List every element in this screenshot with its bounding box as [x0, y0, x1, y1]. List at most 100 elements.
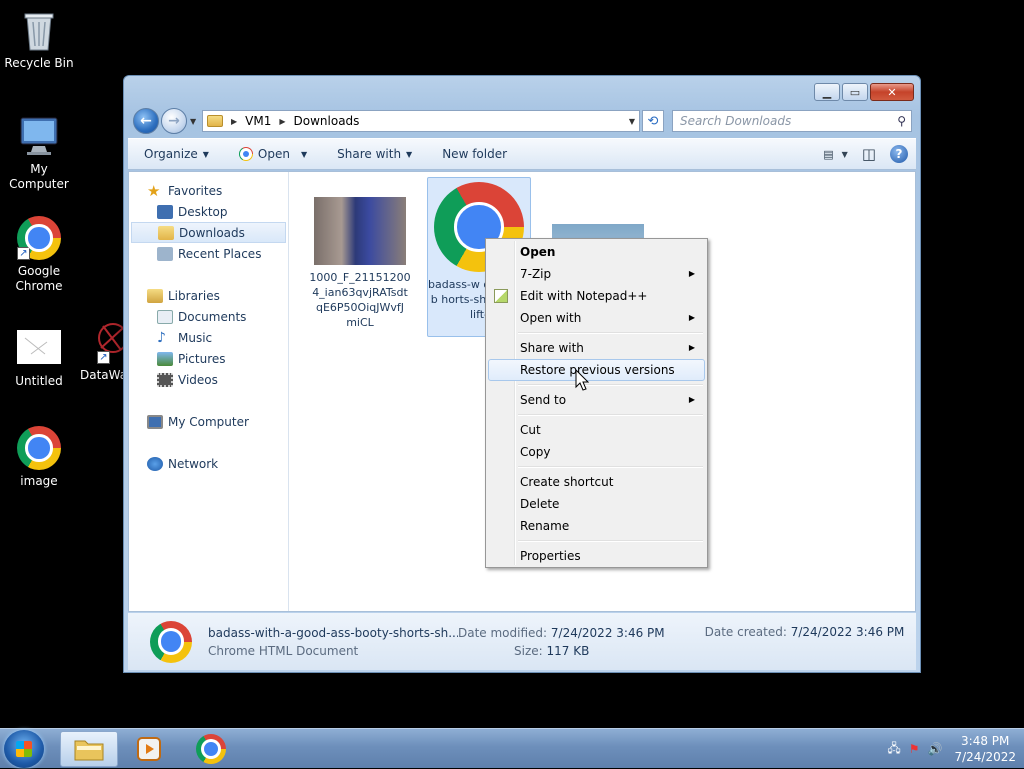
new-folder-button[interactable]: New folder [426, 139, 521, 169]
menu-item-edit-notepad[interactable]: Edit with Notepad++ [488, 285, 705, 307]
share-with-label: Share with [337, 147, 402, 161]
chevron-right-icon[interactable]: ▶ [279, 117, 285, 126]
nav-favorites[interactable]: ★ Favorites [129, 180, 288, 201]
address-row: ← → ▼ ▶ VM1 ▶ Downloads ▼ ⟲ Search Downl… [132, 108, 912, 134]
clock[interactable]: 3:48 PM 7/24/2022 [954, 733, 1016, 765]
network-tray-icon[interactable]: 🖧 [887, 739, 900, 760]
maximize-button[interactable]: ▭ [842, 83, 868, 101]
help-icon[interactable]: ? [890, 145, 908, 163]
menu-label: Delete [520, 497, 560, 511]
menu-item-send-to[interactable]: Send to ▶ [488, 389, 705, 411]
menu-item-create-shortcut[interactable]: Create shortcut [488, 471, 705, 493]
details-file-name: badass-with-a-good-ass-booty-shorts-sh..… [208, 625, 458, 640]
menu-item-copy[interactable]: Copy [488, 441, 705, 463]
music-icon: ♪ [157, 329, 166, 346]
refresh-button[interactable]: ⟲ [642, 110, 664, 132]
details-created: Date created: 7/24/2022 3:46 PM [705, 613, 905, 641]
image-thumbnail [314, 197, 406, 265]
desktop-icon-image[interactable]: image [0, 426, 78, 489]
share-with-button[interactable]: Share with ▼ [321, 139, 426, 169]
taskbar-media-player-button[interactable] [120, 731, 178, 767]
menu-separator [488, 411, 705, 419]
action-center-icon[interactable]: ⚑ [909, 742, 920, 756]
address-bar[interactable]: ▶ VM1 ▶ Downloads ▼ [202, 110, 640, 132]
search-placeholder: Search Downloads [680, 114, 792, 128]
change-view-icon[interactable]: ▤ ▼ [823, 148, 848, 161]
minimize-button[interactable]: ▁ [814, 83, 840, 101]
taskbar-explorer-button[interactable] [60, 731, 118, 767]
menu-label: Open with [520, 311, 582, 325]
menu-item-restore-previous-versions[interactable]: Restore previous versions [488, 359, 705, 381]
computer-icon [147, 414, 163, 429]
desktop-icon-untitled[interactable]: Untitled [0, 330, 78, 389]
organize-label: Organize [144, 147, 198, 161]
breadcrumb-downloads[interactable]: Downloads [294, 114, 360, 128]
preview-pane-icon[interactable]: ◫ [862, 145, 876, 163]
nav-label: Videos [178, 372, 218, 387]
menu-item-share-with[interactable]: Share with ▶ [488, 337, 705, 359]
nav-desktop[interactable]: Desktop [129, 201, 288, 222]
nav-documents[interactable]: Documents [129, 306, 288, 327]
menu-separator [488, 463, 705, 471]
nav-videos[interactable]: Videos [129, 369, 288, 390]
menu-label: Open [520, 245, 556, 259]
chevron-right-icon[interactable]: ▶ [231, 117, 237, 126]
organize-button[interactable]: Organize ▼ [128, 139, 223, 169]
nav-label: Desktop [178, 204, 228, 219]
breadcrumb-vm1[interactable]: VM1 [245, 114, 271, 128]
chevron-right-icon: ▶ [688, 395, 695, 404]
nav-my-computer[interactable]: My Computer [129, 411, 288, 432]
close-button[interactable]: ✕ [870, 83, 914, 101]
back-button[interactable]: ← [133, 108, 159, 134]
desktop-icon-recycle-bin[interactable]: Recycle Bin [0, 8, 78, 71]
chevron-down-icon[interactable]: ▼ [629, 117, 635, 126]
desktop-icon-my-computer[interactable]: My Computer [0, 114, 78, 192]
navigation-pane: ★ Favorites Desktop Downloads Recent Pla… [129, 172, 289, 611]
nav-label: Libraries [168, 288, 220, 303]
details-pane: badass-with-a-good-ass-booty-shorts-sh..… [128, 613, 916, 670]
menu-item-rename[interactable]: Rename [488, 515, 705, 537]
volume-icon[interactable]: 🔊 [928, 742, 943, 756]
menu-item-cut[interactable]: Cut [488, 419, 705, 441]
file-item[interactable]: 1000_F_21151200 4_ian63qvjRATsdt qE6P50O… [308, 182, 412, 330]
chrome-icon [17, 426, 61, 470]
desktop-icon-label: image [20, 474, 58, 488]
menu-item-open[interactable]: Open [488, 241, 705, 263]
computer-icon [17, 114, 61, 158]
star-icon: ★ [147, 181, 161, 200]
nav-recent-places[interactable]: Recent Places [129, 243, 288, 264]
notepad-icon [494, 289, 508, 303]
start-button[interactable] [4, 730, 44, 768]
datawa-icon: ↗ [83, 320, 128, 364]
taskbar-chrome-button[interactable] [182, 731, 240, 767]
desktop-icon-label: Untitled [15, 374, 63, 388]
desktop-icon-google-chrome[interactable]: ↗ Google Chrome [0, 216, 78, 294]
menu-label: Rename [520, 519, 570, 533]
recent-pages-dropdown[interactable]: ▼ [190, 117, 196, 126]
menu-separator [488, 537, 705, 545]
nav-downloads[interactable]: Downloads [131, 222, 286, 243]
size-value: 117 KB [546, 643, 590, 658]
nav-music[interactable]: ♪ Music [129, 327, 288, 348]
menu-item-properties[interactable]: Properties [488, 545, 705, 567]
folder-icon [74, 740, 104, 761]
search-input[interactable]: Search Downloads ⚲ [672, 110, 912, 132]
nav-pictures[interactable]: Pictures [129, 348, 288, 369]
menu-item-delete[interactable]: Delete [488, 493, 705, 515]
nav-label: Downloads [179, 225, 245, 240]
search-icon[interactable]: ⚲ [897, 114, 906, 128]
menu-label: Share with [520, 341, 584, 355]
menu-item-7zip[interactable]: 7-Zip ▶ [488, 263, 705, 285]
size-label: Size: [514, 643, 543, 658]
chrome-icon [196, 734, 226, 764]
menu-item-open-with[interactable]: Open with ▶ [488, 307, 705, 329]
shortcut-arrow-icon: ↗ [17, 247, 30, 260]
menu-label: Copy [520, 445, 551, 459]
forward-button[interactable]: → [161, 108, 187, 134]
desktop-icon-label: Recycle Bin [4, 56, 74, 70]
nav-network[interactable]: Network [129, 453, 288, 474]
nav-label: Pictures [178, 351, 226, 366]
chrome-icon [150, 620, 192, 663]
open-button[interactable]: Open ▼ [223, 139, 321, 169]
nav-libraries[interactable]: Libraries [129, 285, 288, 306]
